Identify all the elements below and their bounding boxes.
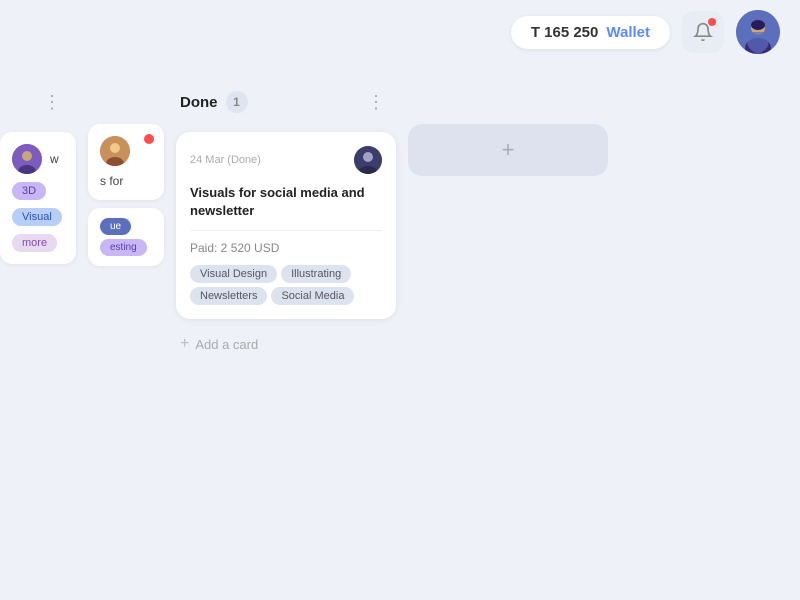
tag-illustrating: Illustrating (281, 265, 351, 283)
partial-card-3: ue esting (88, 208, 164, 266)
task-card-visuals: 24 Mar (Done) Visuals for social media a… (176, 132, 396, 319)
notification-button[interactable] (682, 11, 724, 53)
done-column-menu-button[interactable]: ⋮ (360, 86, 392, 118)
tag-3d: 3D (12, 182, 46, 200)
tag-row-more: more (12, 234, 64, 252)
header: T 165 250 Wallet (0, 0, 800, 64)
column-menu-button[interactable]: ⋮ (36, 86, 68, 118)
tag-visual: Visual (12, 208, 62, 226)
card-top-row: 24 Mar (Done) (190, 146, 382, 174)
partial-card-2: s for (88, 124, 164, 200)
done-count-badge: 1 (226, 91, 248, 113)
partial-card-title: w (50, 152, 59, 166)
add-card-icon: + (180, 335, 189, 353)
done-column-header: Done 1 ⋮ (176, 80, 396, 124)
avatar-image (736, 10, 780, 54)
tag-newsletters: Newsletters (190, 287, 267, 305)
tag-visual-design: Visual Design (190, 265, 277, 283)
tag-esting: esting (100, 239, 147, 256)
add-column-icon: + (502, 137, 515, 163)
partial-tags: ue (100, 218, 152, 235)
partial-card-1: w 3D Visual more (0, 132, 76, 264)
column-partial-left: ⋮ w 3D Visual more (0, 80, 76, 264)
partial-tags-2: esting (100, 239, 152, 256)
card-avatar (12, 144, 42, 174)
add-card-label: Add a card (195, 337, 258, 352)
wallet-pill[interactable]: T 165 250 Wallet (511, 16, 670, 49)
add-column-button[interactable]: + (408, 124, 608, 176)
wallet-label: Wallet (606, 24, 650, 41)
card-avatar-row: w (12, 144, 64, 174)
column-title-row: Done 1 (180, 91, 248, 113)
done-column-title: Done (180, 94, 218, 111)
column-header-partial: ⋮ (0, 80, 76, 124)
partial-card-2-title: s for (100, 174, 152, 188)
card-paid: Paid: 2 520 USD (190, 241, 382, 255)
more-tags-button[interactable]: more (12, 234, 57, 252)
board: ⋮ w 3D Visual more (0, 64, 800, 600)
add-column: + (408, 80, 608, 176)
card-tags: Visual Design Illustrating Newsletters S… (190, 265, 382, 305)
card-title: Visuals for social media and newsletter (190, 184, 382, 220)
notification-dot (708, 18, 716, 26)
add-card-button[interactable]: + Add a card (176, 327, 396, 361)
tag-row-2: Visual (12, 208, 64, 226)
notification-indicator (144, 134, 154, 144)
column-partial-second: s for ue esting (88, 80, 164, 266)
column-done: Done 1 ⋮ 24 Mar (Done) Visuals for socia… (176, 80, 396, 361)
tag-row: 3D (12, 182, 64, 200)
card-assignee-avatar (354, 146, 382, 174)
user-avatar[interactable] (736, 10, 780, 54)
red-dot (144, 134, 154, 144)
tag-ue: ue (100, 218, 131, 235)
card-avatar-2 (100, 136, 130, 166)
tag-social-media: Social Media (271, 287, 354, 305)
wallet-amount: T 165 250 (531, 24, 599, 41)
card-date: 24 Mar (Done) (190, 154, 261, 166)
card-divider (190, 230, 382, 231)
